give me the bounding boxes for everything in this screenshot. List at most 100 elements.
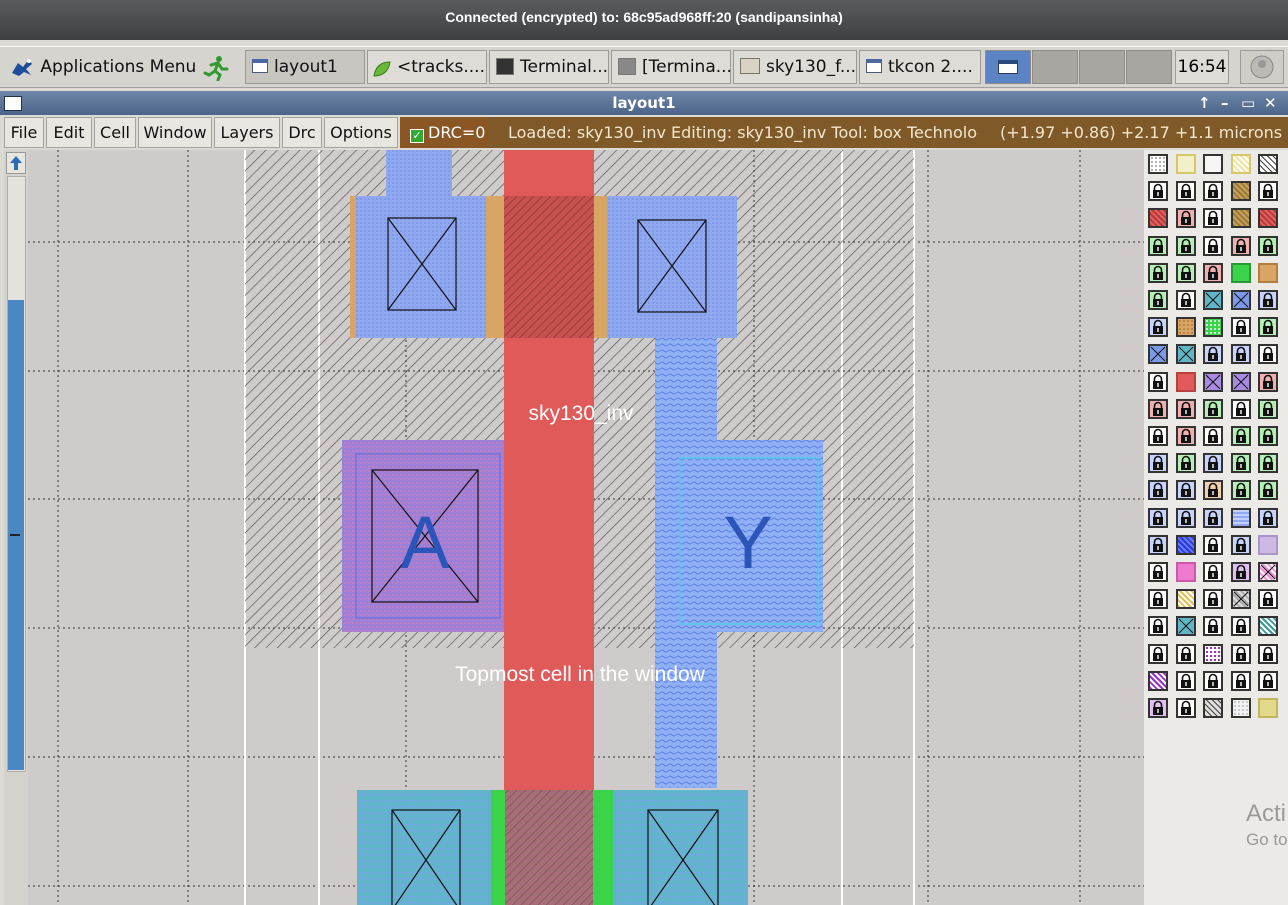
- palette-lock-icon[interactable]: [1148, 616, 1168, 637]
- palette-tan-solid-icon[interactable]: [1258, 262, 1278, 283]
- palette-lock-icon[interactable]: [1258, 589, 1278, 610]
- palette-lock-red-icon[interactable]: [1175, 398, 1196, 419]
- palette-lock-icon[interactable]: [1258, 181, 1278, 202]
- window-minimize-icon[interactable]: –: [1221, 91, 1229, 115]
- palette-lock-icon[interactable]: [1258, 670, 1278, 691]
- palette-lock-icon[interactable]: [1203, 208, 1223, 229]
- palette-lock-icon[interactable]: [1148, 181, 1168, 202]
- menu-cell[interactable]: Cell: [94, 117, 136, 148]
- palette-lock-green-icon[interactable]: [1258, 453, 1278, 474]
- palette-red-hatch-icon[interactable]: [1258, 208, 1278, 229]
- palette-lock-icon[interactable]: [1230, 317, 1251, 338]
- task-folder[interactable]: sky130_f...: [733, 50, 857, 84]
- palette-lock-blue-icon[interactable]: [1175, 507, 1196, 528]
- palette-gray-hatch-icon[interactable]: [1203, 698, 1223, 718]
- palette-gray-box-icon[interactable]: [1203, 154, 1223, 174]
- palette-lock-blue-icon[interactable]: [1148, 317, 1168, 338]
- palette-lock-icon[interactable]: [1203, 426, 1223, 446]
- palette-lock-purple-icon[interactable]: [1230, 562, 1251, 582]
- palette-dots-icon[interactable]: [1148, 154, 1168, 174]
- palette-pink-solid-icon[interactable]: [1175, 562, 1196, 582]
- palette-lock-green-icon[interactable]: [1258, 398, 1278, 419]
- palette-lock-icon[interactable]: [1230, 398, 1251, 419]
- palette-lock-icon[interactable]: [1258, 344, 1278, 365]
- palette-lock-icon[interactable]: [1203, 670, 1223, 691]
- palette-lock-green-icon[interactable]: [1258, 317, 1278, 338]
- palette-red-solid-icon[interactable]: [1175, 371, 1196, 392]
- palette-lock-blue-icon[interactable]: [1258, 290, 1278, 310]
- menu-edit[interactable]: Edit: [46, 117, 92, 148]
- palette-gold-hatch-icon[interactable]: [1175, 589, 1196, 610]
- palette-lock-icon[interactable]: [1175, 670, 1196, 691]
- palette-lock-red-icon[interactable]: [1148, 398, 1168, 419]
- palette-lock-green-icon[interactable]: [1175, 262, 1196, 283]
- palette-lock-icon[interactable]: [1258, 643, 1278, 664]
- palette-lock-blue-icon[interactable]: [1148, 453, 1168, 474]
- vertical-scrollbar[interactable]: [4, 150, 28, 905]
- palette-lock-blue-icon[interactable]: [1203, 507, 1223, 528]
- task-tracks[interactable]: <tracks....: [367, 50, 487, 84]
- drc-indicator[interactable]: ✓ DRC=0: [400, 117, 488, 148]
- palette-lock-green-icon[interactable]: [1258, 426, 1278, 446]
- palette-lock-purple-icon[interactable]: [1148, 698, 1168, 718]
- clock[interactable]: 16:54: [1175, 50, 1229, 84]
- palette-lock-green-icon[interactable]: [1148, 290, 1168, 310]
- palette-lock-green-icon[interactable]: [1230, 453, 1251, 474]
- palette-lavender-solid-icon[interactable]: [1258, 534, 1278, 555]
- palette-blue-wave-icon[interactable]: [1230, 507, 1251, 528]
- palette-lock-icon[interactable]: [1148, 562, 1168, 582]
- palette-lock-green-icon[interactable]: [1258, 480, 1278, 501]
- palette-lock-green-icon[interactable]: [1175, 235, 1196, 256]
- palette-lock-green-icon[interactable]: [1258, 235, 1278, 256]
- palette-brown-hatch-icon[interactable]: [1230, 208, 1251, 229]
- palette-lock-icon[interactable]: [1148, 643, 1168, 664]
- task-tkcon[interactable]: tkcon 2....: [859, 50, 981, 84]
- palette-blue-x-icon[interactable]: [1148, 344, 1168, 365]
- palette-lock-green-icon[interactable]: [1175, 453, 1196, 474]
- applications-menu-button[interactable]: Applications Menu: [2, 50, 242, 84]
- palette-purple-x-icon[interactable]: [1230, 371, 1251, 392]
- palette-lock-blue-icon[interactable]: [1148, 534, 1168, 555]
- palette-white-dots-icon[interactable]: [1230, 698, 1251, 718]
- palette-lock-icon[interactable]: [1203, 616, 1223, 637]
- workspace-2[interactable]: [1032, 50, 1078, 84]
- metal-strip-top[interactable]: [386, 150, 452, 198]
- palette-lock-red-icon[interactable]: [1203, 262, 1223, 283]
- palette-lock-green-icon[interactable]: [1230, 426, 1251, 446]
- palette-lock-green-icon[interactable]: [1148, 235, 1168, 256]
- palette-lock-icon[interactable]: [1175, 698, 1196, 718]
- palette-purple-hatch-icon[interactable]: [1148, 670, 1168, 691]
- palette-lock-red-icon[interactable]: [1230, 235, 1251, 256]
- palette-lock-blue-icon[interactable]: [1175, 480, 1196, 501]
- palette-lock-green-icon[interactable]: [1230, 480, 1251, 501]
- workspace-3[interactable]: [1079, 50, 1125, 84]
- window-titlebar[interactable]: layout1 ↑ – ▭ ✕: [0, 91, 1288, 115]
- menu-options[interactable]: Options: [324, 117, 398, 148]
- window-menu-icon[interactable]: [4, 96, 22, 111]
- palette-yellow-hatch-icon[interactable]: [1230, 154, 1251, 174]
- palette-lock-icon[interactable]: [1148, 426, 1168, 446]
- palette-lock-icon[interactable]: [1175, 290, 1196, 310]
- palette-lock-icon[interactable]: [1175, 181, 1196, 202]
- layout-drawing[interactable]: sky130_inv A Y Topmost cell in the windo…: [28, 150, 1144, 905]
- window-shade-icon[interactable]: ↑: [1198, 91, 1211, 115]
- menu-layers[interactable]: Layers: [214, 117, 280, 148]
- palette-lock-icon[interactable]: [1148, 371, 1168, 392]
- palette-lock-tan-icon[interactable]: [1203, 480, 1223, 501]
- palette-purple-x-icon[interactable]: [1203, 371, 1223, 392]
- palette-tan-dots-icon[interactable]: [1175, 317, 1196, 338]
- palette-lock-icon[interactable]: [1148, 589, 1168, 610]
- palette-lock-icon[interactable]: [1175, 643, 1196, 664]
- palette-lock-red-icon[interactable]: [1258, 371, 1278, 392]
- palette-lock-icon[interactable]: [1203, 562, 1223, 582]
- palette-lock-blue-icon[interactable]: [1148, 507, 1168, 528]
- pcontact-left[interactable]: [356, 196, 486, 338]
- task-terminal[interactable]: Terminal...: [489, 50, 609, 84]
- palette-green-dots-icon[interactable]: [1203, 317, 1223, 338]
- palette-brown-hatch-icon[interactable]: [1230, 181, 1251, 202]
- scroll-up-icon[interactable]: [6, 152, 26, 174]
- workspace-4[interactable]: [1126, 50, 1172, 84]
- palette-pink-x-icon[interactable]: [1258, 562, 1278, 582]
- palette-lock-green-icon[interactable]: [1203, 398, 1223, 419]
- menu-window[interactable]: Window: [138, 117, 212, 148]
